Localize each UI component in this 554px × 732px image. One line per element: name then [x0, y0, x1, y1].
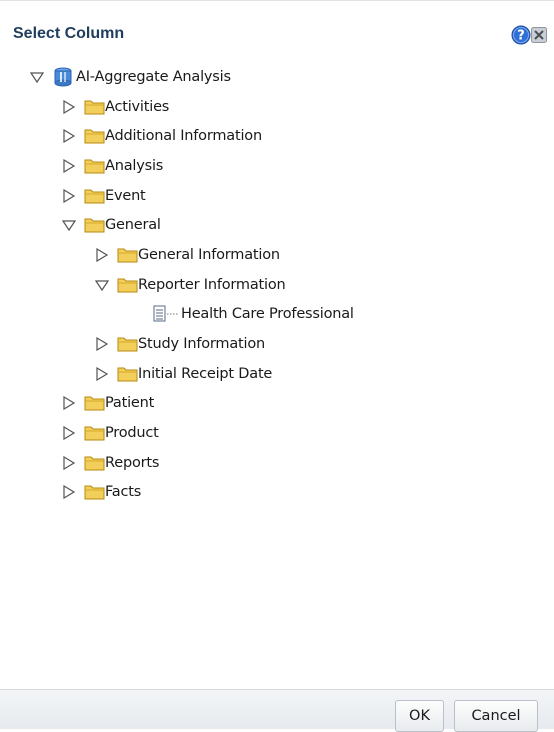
tree-leaf-health-care-professional[interactable]: Health Care Professional [153, 303, 354, 325]
folder-icon [84, 100, 105, 115]
tree-node-reporter-information[interactable]: Reporter Information [95, 274, 286, 296]
tree-node-facts[interactable]: Facts [62, 481, 141, 503]
tree-node-label: Patient [105, 395, 155, 411]
folder-icon [84, 426, 105, 441]
folder-icon [84, 218, 105, 233]
subject-area-icon [54, 67, 72, 87]
collapsed-arrow-icon[interactable] [62, 129, 76, 143]
tree-node-label: Study Information [138, 336, 266, 352]
tree-node-patient[interactable]: Patient [62, 392, 154, 414]
tree-node-general[interactable]: General [62, 214, 161, 236]
tree-node-label: Analysis [105, 158, 164, 174]
help-icon[interactable]: ? [511, 25, 531, 45]
ok-button[interactable]: OK [395, 700, 444, 732]
tree-node-analysis[interactable]: Analysis [62, 155, 163, 177]
folder-icon [84, 485, 105, 500]
tree-node-reports[interactable]: Reports [62, 452, 159, 474]
select-column-dialog: Select Column ? AI-Aggregate Analysis Ac… [0, 0, 554, 732]
folder-icon [84, 159, 105, 174]
expanded-arrow-icon[interactable] [62, 218, 76, 232]
collapsed-arrow-icon[interactable] [62, 426, 76, 440]
tree-root-label: AI-Aggregate Analysis [76, 69, 231, 85]
tree-node-label: Initial Receipt Date [138, 366, 273, 382]
collapsed-arrow-icon[interactable] [95, 248, 109, 262]
collapsed-arrow-icon[interactable] [62, 100, 76, 114]
tree-node-label: Facts [105, 484, 142, 500]
column-icon [153, 305, 179, 322]
tree-node-label: Health Care Professional [181, 306, 354, 322]
tree-node-label: Activities [105, 99, 170, 115]
folder-icon [117, 337, 138, 352]
close-icon[interactable] [531, 27, 547, 43]
tree-root-node[interactable]: AI-Aggregate Analysis [30, 66, 231, 88]
tree-node-label: General Information [138, 247, 280, 263]
tree-node-activities[interactable]: Activities [62, 96, 169, 118]
folder-icon [84, 129, 105, 144]
folder-icon [117, 367, 138, 382]
tree-node-label: Product [105, 425, 159, 441]
expanded-arrow-icon[interactable] [95, 278, 109, 292]
expanded-arrow-icon[interactable] [30, 70, 44, 84]
folder-icon [84, 189, 105, 204]
folder-icon [84, 396, 105, 411]
collapsed-arrow-icon[interactable] [62, 485, 76, 499]
tree-node-product[interactable]: Product [62, 422, 159, 444]
collapsed-arrow-icon[interactable] [62, 396, 76, 410]
tree-node-general-information[interactable]: General Information [95, 244, 280, 266]
tree-node-additional-information[interactable]: Additional Information [62, 125, 262, 147]
cancel-button[interactable]: Cancel [454, 700, 538, 732]
tree-node-label: Reports [105, 455, 160, 471]
folder-icon [117, 248, 138, 263]
collapsed-arrow-icon[interactable] [62, 456, 76, 470]
collapsed-arrow-icon[interactable] [62, 159, 76, 173]
folder-icon [84, 456, 105, 471]
collapsed-arrow-icon[interactable] [62, 189, 76, 203]
tree-node-label: General [105, 217, 161, 233]
tree-node-study-information[interactable]: Study Information [95, 333, 265, 355]
tree-node-label: Reporter Information [138, 277, 286, 293]
svg-text:?: ? [517, 29, 525, 44]
dialog-title: Select Column [13, 25, 125, 42]
folder-icon [117, 278, 138, 293]
tree-node-label: Additional Information [105, 128, 262, 144]
tree-node-event[interactable]: Event [62, 185, 146, 207]
tree-node-label: Event [105, 188, 146, 204]
tree-node-initial-receipt-date[interactable]: Initial Receipt Date [95, 363, 272, 385]
collapsed-arrow-icon[interactable] [95, 337, 109, 351]
collapsed-arrow-icon[interactable] [95, 367, 109, 381]
dialog-footer: OK Cancel [0, 689, 554, 732]
